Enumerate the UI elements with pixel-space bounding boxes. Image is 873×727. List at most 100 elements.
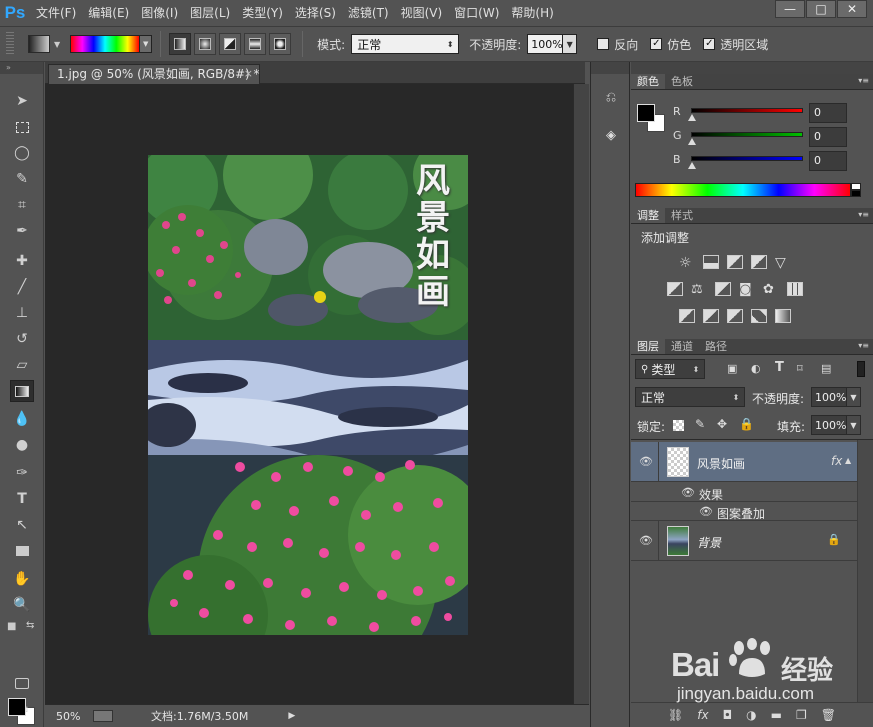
gradient-picker[interactable] — [70, 35, 141, 53]
lock-transparent-icon[interactable] — [673, 420, 684, 431]
new-layer-icon[interactable]: ❐ — [796, 708, 807, 722]
eyedropper-tool-icon[interactable]: ✒ — [10, 220, 34, 242]
blend-mode-select[interactable]: 正常 ⬍ — [635, 387, 745, 407]
levels-icon[interactable] — [703, 255, 719, 269]
layers-scrollbar[interactable] — [857, 440, 873, 702]
shape-filter-icon[interactable]: ⌑ — [797, 362, 803, 375]
color-fg-swatch[interactable] — [637, 104, 655, 122]
tab-channels[interactable]: 通道 — [665, 339, 699, 354]
document-tab[interactable]: 1.jpg @ 50% (风景如画, RGB/8#) * × — [48, 64, 260, 84]
reflected-gradient-button[interactable] — [244, 33, 267, 55]
eye-icon[interactable]: 👁 — [639, 534, 653, 547]
color-balance-icon[interactable]: ⚖ — [691, 282, 707, 297]
delete-layer-icon[interactable]: 🗑 — [821, 708, 836, 722]
fill-input[interactable]: 100% — [811, 415, 847, 435]
green-slider[interactable]: G 0 — [673, 127, 873, 147]
new-adjustment-icon[interactable]: ◑ — [746, 708, 756, 722]
foreground-color-swatch[interactable] — [8, 698, 26, 716]
channel-mixer-icon[interactable]: ✿ — [763, 282, 779, 297]
gradient-map-icon[interactable] — [775, 309, 791, 323]
posterize-icon[interactable] — [703, 309, 719, 323]
tab-swatches[interactable]: 色板 — [665, 74, 699, 89]
menu-view[interactable]: 视图(V) — [395, 0, 449, 26]
eraser-tool-icon[interactable]: ▱ — [10, 354, 34, 376]
vibrance-icon[interactable]: ▽ — [775, 255, 791, 271]
swap-colors-icon[interactable]: ⇆ — [26, 620, 34, 631]
gradient-tool-icon[interactable] — [10, 380, 34, 402]
status-menu-arrow-icon[interactable]: ▶ — [288, 711, 295, 721]
red-bar[interactable] — [691, 108, 803, 113]
quick-mask-icon[interactable] — [10, 672, 34, 694]
fx-icon[interactable]: fx — [831, 454, 842, 468]
red-slider[interactable]: R 0 — [673, 103, 873, 123]
zoom-level[interactable]: 50% — [45, 710, 91, 723]
hue-saturation-icon[interactable] — [667, 282, 683, 296]
document-image[interactable]: 风景如画 — [148, 155, 468, 635]
menu-window[interactable]: 窗口(W) — [448, 0, 505, 26]
threshold-icon[interactable] — [727, 309, 743, 323]
dither-checkbox-box[interactable]: ✓ — [650, 38, 663, 50]
transparency-checkbox-box[interactable]: ✓ — [703, 38, 716, 50]
filter-toggle[interactable] — [857, 361, 865, 377]
tools-panel-collapse[interactable]: » — [0, 62, 43, 74]
brush-tool-icon[interactable]: ╱ — [10, 276, 34, 298]
blur-tool-icon[interactable]: 💧 — [10, 408, 34, 430]
type-tool-icon[interactable]: T — [10, 488, 34, 510]
layer-name[interactable]: 背景 — [697, 534, 721, 551]
lasso-tool-icon[interactable]: ◯ — [10, 142, 34, 164]
red-value[interactable]: 0 — [809, 103, 847, 123]
smart-object-filter-icon[interactable]: ▤ — [821, 362, 831, 375]
close-tab-icon[interactable]: × — [244, 65, 253, 83]
color-lookup-icon[interactable] — [787, 282, 803, 296]
layer-row-text[interactable]: 👁 风景如画 fx ▲ — [631, 442, 857, 482]
radial-gradient-button[interactable] — [194, 33, 217, 55]
tab-layers[interactable]: 图层 — [631, 339, 665, 354]
crop-tool-icon[interactable]: ⌗ — [10, 194, 34, 216]
vertical-scrollbar[interactable] — [573, 84, 589, 704]
invert-icon[interactable] — [679, 309, 695, 323]
menu-image[interactable]: 图像(I) — [135, 0, 184, 26]
reverse-checkbox-box[interactable] — [597, 38, 610, 50]
blue-bar[interactable] — [691, 156, 803, 161]
collapse-effects-icon[interactable]: ▲ — [845, 456, 851, 465]
layer-opacity-dropdown-icon[interactable]: ▼ — [847, 387, 861, 407]
fill-dropdown-icon[interactable]: ▼ — [847, 415, 861, 435]
marquee-tool-icon[interactable] — [10, 116, 34, 138]
add-mask-icon[interactable]: ◘ — [723, 708, 733, 722]
red-thumb[interactable] — [688, 114, 696, 121]
link-layers-icon[interactable]: ⛓ — [668, 708, 683, 722]
lock-all-icon[interactable]: 🔒 — [739, 417, 754, 431]
spectrum-black[interactable] — [851, 190, 861, 197]
dodge-tool-icon[interactable]: ● — [10, 434, 34, 456]
quick-selection-tool-icon[interactable]: ✎ — [10, 168, 34, 190]
menu-type[interactable]: 类型(Y) — [236, 0, 289, 26]
default-colors-icon[interactable]: ■ — [7, 621, 16, 632]
green-value[interactable]: 0 — [809, 127, 847, 147]
dither-checkbox[interactable]: ✓ 仿色 — [650, 36, 691, 53]
layer-row-background[interactable]: 👁 背景 🔒 — [631, 521, 857, 561]
adjustment-filter-icon[interactable]: ◐ — [751, 362, 761, 375]
chevron-down-icon[interactable]: ▼ — [54, 40, 60, 49]
panel-menu-icon[interactable]: ▾≡ — [858, 76, 869, 85]
photo-filter-icon[interactable]: ◙ — [739, 282, 755, 297]
rectangle-tool-icon[interactable] — [10, 540, 34, 562]
reverse-checkbox[interactable]: 反向 — [597, 36, 638, 53]
diamond-gradient-button[interactable] — [269, 33, 292, 55]
linear-gradient-button[interactable] — [169, 33, 192, 55]
angle-gradient-button[interactable] — [219, 33, 242, 55]
history-brush-tool-icon[interactable]: ↺ — [10, 328, 34, 350]
tab-styles[interactable]: 样式 — [665, 208, 699, 223]
exposure-icon[interactable] — [751, 255, 767, 269]
opacity-dropdown-icon[interactable]: ▼ — [563, 34, 578, 54]
panel-menu-icon[interactable]: ▾≡ — [858, 210, 869, 219]
transparency-checkbox[interactable]: ✓ 透明区域 — [703, 36, 768, 53]
pen-tool-icon[interactable]: ✑ — [10, 462, 34, 484]
type-filter-icon[interactable]: T — [775, 360, 784, 375]
gradient-dropdown-icon[interactable]: ▼ — [140, 35, 153, 53]
new-group-icon[interactable]: ▬ — [771, 708, 782, 722]
options-grip[interactable] — [6, 32, 14, 56]
effect-item-row[interactable]: 👁 图案叠加 — [631, 502, 857, 521]
eye-icon[interactable]: 👁 — [639, 455, 653, 468]
pixel-filter-icon[interactable]: ▣ — [727, 362, 737, 375]
blue-thumb[interactable] — [688, 162, 696, 169]
